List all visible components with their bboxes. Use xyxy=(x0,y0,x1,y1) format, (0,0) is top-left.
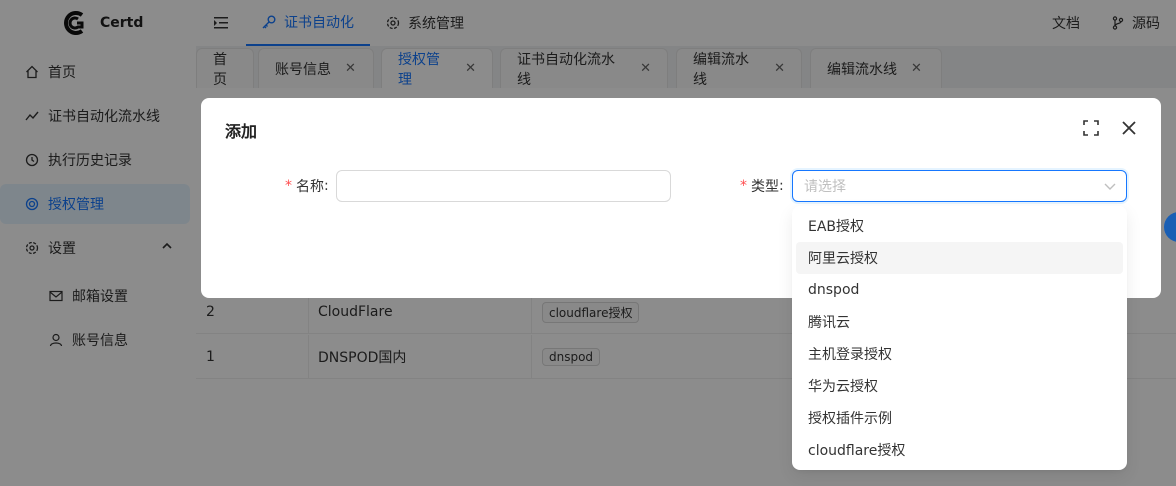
chevron-down-icon xyxy=(1104,183,1116,190)
select-option[interactable]: dnspod xyxy=(796,274,1123,306)
type-select-dropdown: EAB授权 阿里云授权 dnspod 腾讯云 主机登录授权 华为云授权 授权插件… xyxy=(792,206,1127,470)
name-input[interactable] xyxy=(336,170,671,202)
select-option[interactable]: 华为云授权 xyxy=(796,370,1123,402)
select-option[interactable]: 腾讯云 xyxy=(796,306,1123,338)
select-option[interactable]: 授权插件示例 xyxy=(796,402,1123,434)
fullscreen-icon[interactable] xyxy=(1083,120,1099,136)
close-icon[interactable] xyxy=(1121,120,1137,136)
select-option[interactable]: cloudflare授权 xyxy=(796,434,1123,466)
type-label: * 类型 : xyxy=(740,178,784,195)
name-label: * 名称 : xyxy=(285,178,329,195)
type-select-placeholder: 请选择 xyxy=(804,179,846,195)
select-option[interactable]: 阿里云授权 xyxy=(796,242,1123,274)
select-option[interactable]: EAB授权 xyxy=(796,210,1123,242)
modal-title: 添加 xyxy=(225,122,258,141)
type-select[interactable]: 请选择 xyxy=(792,170,1127,202)
select-option[interactable]: 主机登录授权 xyxy=(796,338,1123,370)
